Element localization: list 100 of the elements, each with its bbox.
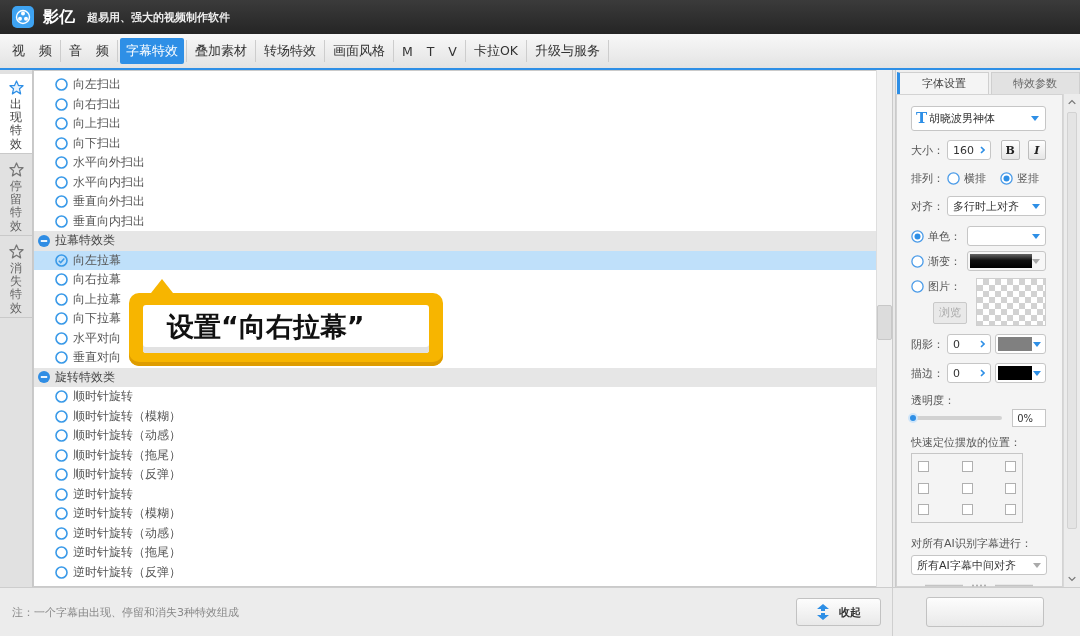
slider-thumb[interactable]: [908, 413, 918, 423]
effect-item[interactable]: 逆时针旋转（模糊）: [34, 504, 189, 524]
chevron-icon: [980, 146, 985, 154]
menu-tab[interactable]: 升级与服务: [528, 38, 606, 64]
menu-tab[interactable]: 卡拉OK: [467, 38, 524, 64]
effect-item[interactable]: 向右扫出: [34, 94, 129, 114]
radio-option[interactable]: 图片：: [911, 276, 967, 296]
effect-item[interactable]: 垂直对向: [34, 348, 129, 368]
radio-icon: [55, 214, 68, 228]
ai-align-label: 对所有AI识别字幕进行：: [911, 537, 1033, 551]
effect-item[interactable]: 向上拉幕: [34, 289, 129, 309]
size-label: 大小：: [911, 142, 945, 158]
italic-button[interactable]: I: [1027, 140, 1046, 160]
caret-icon: [1032, 233, 1040, 239]
radio-option[interactable]: 竖排: [999, 170, 1046, 186]
effect-item[interactable]: 向左扫出: [34, 75, 129, 95]
collapse-button[interactable]: 收起: [796, 598, 881, 626]
effect-item[interactable]: 逆时针旋转（拖尾）: [34, 543, 189, 563]
side-tab[interactable]: 出现特效: [0, 74, 32, 154]
checkbox[interactable]: [1005, 461, 1016, 472]
caret-icon: [1033, 341, 1041, 347]
effect-item[interactable]: 顺时针旋转（模糊）: [34, 406, 189, 426]
radio-icon: [55, 468, 68, 482]
radio-icon: [55, 507, 68, 521]
radio-option[interactable]: 渐变：: [911, 253, 967, 269]
checkbox[interactable]: [918, 504, 929, 515]
ai-align-dropdown[interactable]: 所有AI字幕中间对齐: [911, 555, 1047, 575]
checkbox[interactable]: [918, 482, 929, 494]
position-label: 快速定位摆放的位置：: [911, 436, 1022, 450]
gradient-dropdown[interactable]: [967, 251, 1046, 271]
checkbox[interactable]: [961, 482, 973, 494]
apply-button[interactable]: [926, 597, 1044, 627]
effect-item[interactable]: 向上扫出: [34, 114, 129, 134]
shadow-input[interactable]: 0: [947, 334, 991, 354]
scroll-thumb[interactable]: [877, 305, 892, 340]
radio-icon: [55, 97, 68, 111]
effect-item[interactable]: 向下拉幕: [34, 309, 129, 329]
effect-item[interactable]: 逆时针旋转: [34, 484, 141, 504]
stroke-input[interactable]: 0: [947, 363, 991, 383]
effect-item[interactable]: 水平对向: [34, 328, 129, 348]
opacity-label: 透明度：: [911, 394, 956, 408]
caret-icon: [1032, 203, 1040, 209]
effect-item[interactable]: 顺时针旋转: [34, 387, 141, 407]
star-icon: [8, 80, 24, 95]
stroke-color-dropdown[interactable]: [995, 363, 1046, 383]
color-dropdown[interactable]: [967, 226, 1046, 246]
checkbox[interactable]: [961, 461, 973, 472]
checkbox[interactable]: [1005, 482, 1016, 494]
effect-item[interactable]: 逆时针旋转（动感）: [34, 523, 189, 543]
size-input[interactable]: 160: [947, 140, 991, 160]
panel-tab[interactable]: 字体设置: [897, 72, 989, 94]
menu-tab[interactable]: 视 频: [6, 38, 58, 64]
effect-item[interactable]: 逆时针旋转（反弹）: [34, 562, 189, 582]
checkbox[interactable]: [1005, 504, 1016, 515]
radio-icon: [55, 312, 68, 326]
menu-tab[interactable]: 画面风格: [326, 38, 391, 64]
group-header[interactable]: 拉幕特效类: [34, 231, 876, 251]
effect-item[interactable]: 垂直向内扫出: [34, 211, 153, 231]
panel-tab[interactable]: 特效参数: [990, 72, 1080, 94]
collapse-arrows-icon: [816, 604, 829, 620]
radio-option[interactable]: 横排: [947, 170, 994, 186]
arrangement-label: 排列：: [911, 170, 945, 186]
font-dropdown[interactable]: T胡晓波男神体: [911, 106, 1046, 131]
gradient-swatch-icon: [970, 254, 1032, 268]
app-logo-icon: [12, 6, 34, 28]
effect-item[interactable]: 顺时针旋转（动感）: [34, 426, 189, 446]
effect-item[interactable]: 水平向外扫出: [34, 153, 153, 173]
align-dropdown[interactable]: 多行时上对齐: [947, 196, 1046, 216]
menu-tab[interactable]: 音 频: [63, 38, 115, 64]
radio-option[interactable]: 单色：: [911, 228, 967, 244]
bold-button[interactable]: B: [1001, 140, 1020, 160]
shadow-color-dropdown[interactable]: [995, 334, 1046, 354]
font-type-icon: T: [916, 111, 928, 126]
effect-item[interactable]: 顺时针旋转（反弹）: [34, 465, 189, 485]
radio-icon: [55, 292, 68, 306]
radio-icon: [55, 117, 68, 131]
menu-tab[interactable]: M T V: [395, 38, 463, 64]
menu-tab[interactable]: 叠加素材: [188, 38, 253, 64]
opacity-input[interactable]: 0%: [1012, 409, 1046, 427]
menu-tab[interactable]: 转场特效: [257, 38, 322, 64]
radio-icon: [55, 487, 68, 501]
effect-item[interactable]: 向右拉幕: [34, 270, 129, 290]
app-tagline: 超易用、强大的视频制作软件: [87, 9, 230, 25]
radio-icon: [55, 390, 68, 404]
scroll-thumb[interactable]: [1067, 112, 1077, 529]
checkbox[interactable]: [961, 504, 973, 515]
radio-icon: [55, 273, 68, 287]
radio-icon: [55, 156, 68, 170]
caret-icon: [1032, 258, 1040, 264]
stroke-label: 描边：: [911, 365, 945, 381]
group-header[interactable]: 旋转特效类: [34, 367, 876, 387]
caret-icon: [1033, 562, 1041, 568]
effect-item[interactable]: 向下扫出: [34, 133, 129, 153]
effect-item[interactable]: 向左拉幕: [34, 250, 876, 270]
checkbox[interactable]: [918, 461, 929, 472]
effect-item[interactable]: 水平向内扫出: [34, 172, 153, 192]
checkerboard-preview: [976, 278, 1046, 326]
effect-item[interactable]: 垂直向外扫出: [34, 192, 153, 212]
effect-item[interactable]: 顺时针旋转（拖尾）: [34, 445, 189, 465]
radio-icon: [55, 526, 68, 540]
